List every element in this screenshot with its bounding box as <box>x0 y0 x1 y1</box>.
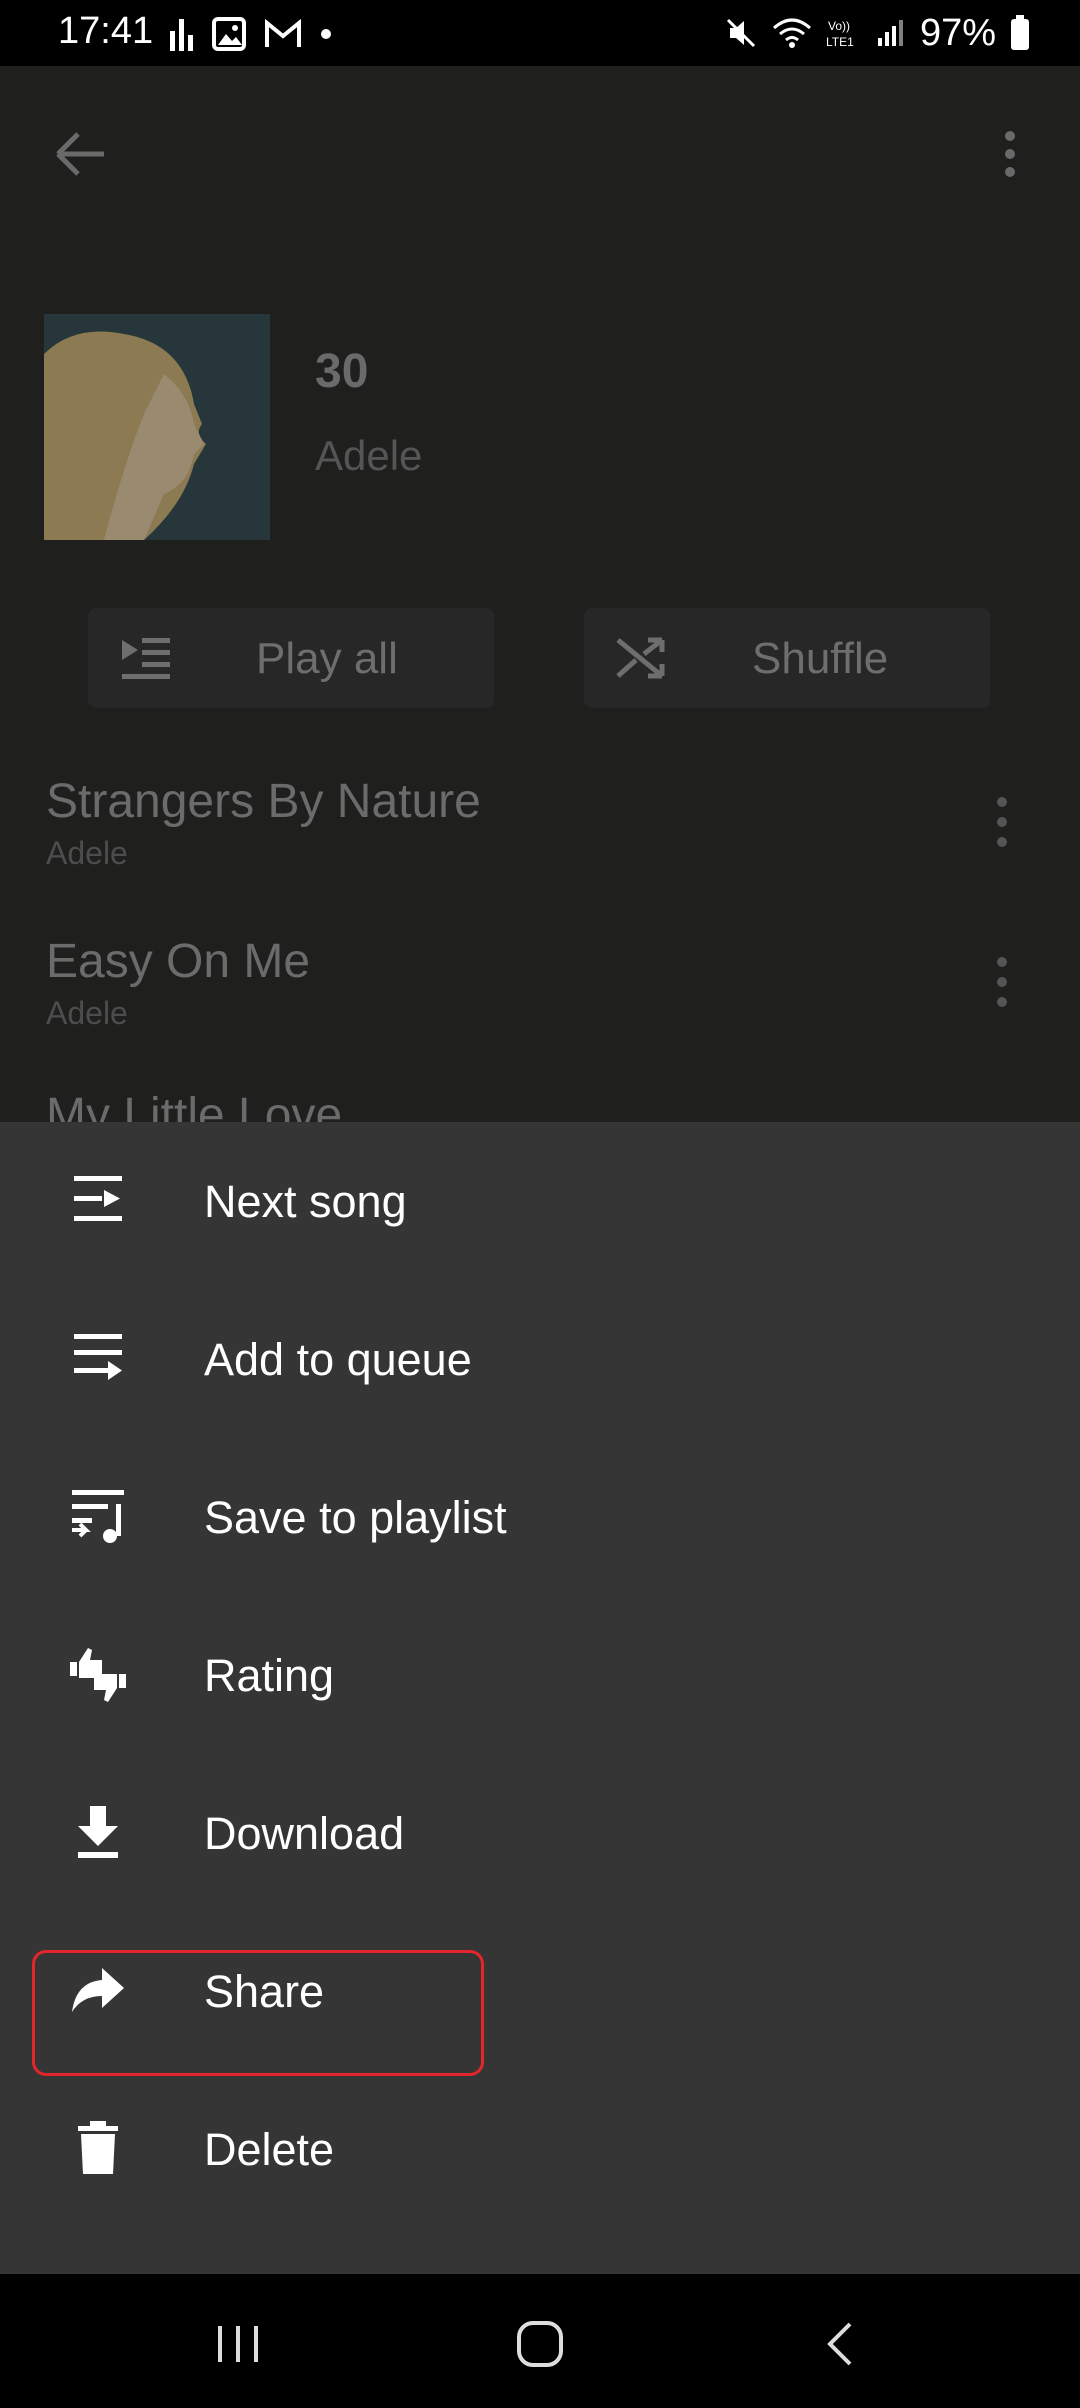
playlist-add-icon <box>72 1490 124 1543</box>
album-title: 30 <box>315 345 369 398</box>
menu-item-label: Next song <box>204 1176 407 1227</box>
gmail-icon <box>265 19 301 47</box>
svg-text:Vo)): Vo)) <box>828 19 850 33</box>
menu-item-label: Rating <box>204 1650 335 1701</box>
song-options-sheet: Next song Add to queue Save to playlist … <box>0 1122 1080 2274</box>
wifi-icon <box>772 18 811 48</box>
menu-item-add-to-queue[interactable]: Add to queue <box>0 1280 1080 1438</box>
menu-item-label: Delete <box>204 2124 335 2175</box>
shuffle-icon <box>616 637 665 679</box>
song-more-icon[interactable] <box>990 794 1014 850</box>
status-bar: 17:41 Vo)) LTE1 97% <box>0 0 1080 66</box>
volte-icon: Vo)) LTE1 <box>826 19 854 49</box>
song-title: Easy On Me <box>46 935 311 988</box>
menu-item-label: Add to queue <box>204 1334 472 1385</box>
song-more-icon[interactable] <box>990 954 1014 1010</box>
status-time: 17:41 <box>58 10 154 52</box>
menu-item-delete[interactable]: Delete <box>0 2070 1080 2228</box>
back-icon[interactable] <box>812 2314 872 2374</box>
album-artist: Adele <box>315 432 423 479</box>
selection-highlight <box>32 1950 484 2076</box>
battery-percent: 97% <box>919 11 996 54</box>
navigation-bar <box>0 2274 1080 2408</box>
menu-item-save-to-playlist[interactable]: Save to playlist <box>0 1438 1080 1596</box>
more-options-icon[interactable] <box>990 122 1030 186</box>
back-arrow-icon[interactable] <box>48 122 112 186</box>
recent-apps-icon[interactable] <box>208 2314 268 2374</box>
system-icons: Vo)) LTE1 97% <box>724 12 1030 54</box>
play-all-label: Play all <box>256 634 398 683</box>
album-cover <box>44 314 270 540</box>
song-artist: Adele <box>46 835 128 871</box>
dot-icon <box>321 29 331 39</box>
song-title: Strangers By Nature <box>46 775 481 828</box>
notification-icons <box>170 14 332 54</box>
mute-icon <box>726 18 755 48</box>
home-icon[interactable] <box>510 2314 570 2374</box>
play-all-button[interactable]: Play all <box>88 608 494 708</box>
shuffle-button[interactable]: Shuffle <box>584 608 990 708</box>
song-artist: Adele <box>46 995 128 1031</box>
signal-icon <box>877 20 903 46</box>
album-page: 30 Adele Play all Shuffle Strangers By N… <box>0 66 1080 1142</box>
song-item[interactable]: Strangers By Nature Adele <box>46 774 481 872</box>
menu-item-download[interactable]: Download <box>0 1754 1080 1912</box>
menu-item-label: Save to playlist <box>204 1492 507 1543</box>
equalizer-icon <box>170 19 193 51</box>
play-all-icon <box>122 638 170 679</box>
svg-text:LTE1: LTE1 <box>826 35 854 49</box>
menu-item-rating[interactable]: Rating <box>0 1596 1080 1754</box>
menu-item-label: Download <box>204 1808 405 1859</box>
menu-item-next-song[interactable]: Next song <box>0 1122 1080 1280</box>
gallery-icon <box>212 17 246 51</box>
delete-icon <box>78 2121 118 2174</box>
download-icon <box>78 1806 118 1858</box>
add-to-queue-icon <box>74 1334 122 1380</box>
song-item[interactable]: Easy On Me Adele <box>46 934 310 1032</box>
shuffle-label: Shuffle <box>752 634 889 683</box>
battery-icon <box>1011 15 1029 50</box>
play-next-icon <box>74 1176 122 1221</box>
thumbs-icon <box>70 1648 126 1702</box>
